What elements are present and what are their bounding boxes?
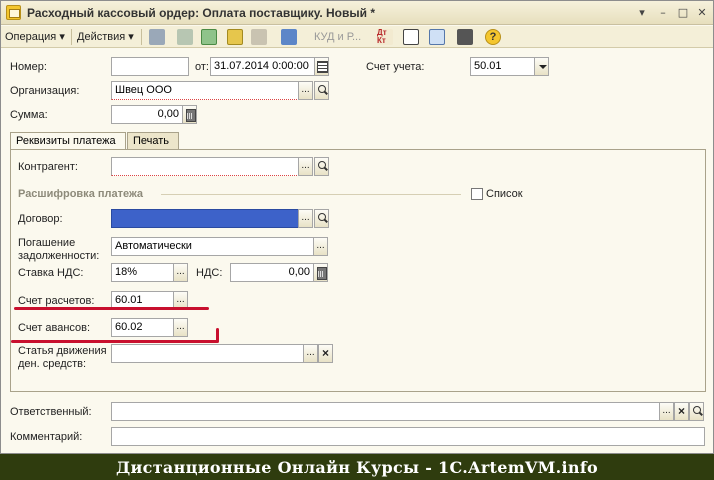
search-icon[interactable] [689,402,704,421]
structure-icon[interactable] [429,29,445,45]
organization-select-button[interactable]: ... [298,81,313,100]
section-divider [161,194,461,195]
responsible-field[interactable] [111,402,660,421]
advance-account-label: Счет авансов: [18,322,91,334]
footer-banner: Дистанционные Онлайн Курсы - 1C.ArtemVM.… [0,454,714,480]
toolbar-separator [141,29,142,45]
goto-icon[interactable] [281,29,297,45]
underline-annotation [14,307,209,310]
unpost-icon[interactable] [251,29,267,45]
section-title: Расшифровка платежа [18,188,144,200]
kud-button[interactable]: КУД и Р... [314,29,361,45]
comment-label: Комментарий: [10,431,83,443]
toolbar: Операция ▾ Действия ▾ КУД и Р... Дт Кт ? [1,26,713,48]
refresh-icon[interactable] [201,29,217,45]
document-window: Расходный кассовый ордер: Оплата поставщ… [0,0,714,454]
list-icon[interactable] [457,29,473,45]
underline-annotation [11,340,218,343]
repayment-label: Погашение [18,237,76,249]
repayment-select-button[interactable]: ... [313,237,328,256]
title-bar: Расходный кассовый ордер: Оплата поставщ… [1,1,713,25]
account-select[interactable]: 50.01 [470,57,535,76]
contract-select-button[interactable]: ... [298,209,313,228]
repayment-label-line2: задолженности: [18,250,100,262]
sum-field[interactable]: 0,00 [111,105,183,124]
chevron-down-icon[interactable] [534,57,549,76]
account-label: Счет учета: [366,61,425,73]
cashflow-select-button[interactable]: ... [303,344,318,363]
comment-field[interactable] [111,427,705,446]
repayment-field[interactable]: Автоматически [111,237,314,256]
organization-field[interactable]: Швец ООО [111,81,299,100]
toolbar-separator [71,29,72,45]
responsible-select-button[interactable]: ... [659,402,674,421]
responsible-label: Ответственный: [10,406,92,418]
fill-icon[interactable] [227,29,243,45]
organization-label: Организация: [10,85,80,97]
vat-rate-label: Ставка НДС: [18,267,84,279]
calculator-icon[interactable] [313,263,328,282]
minimize-button[interactable]: – [656,6,670,20]
maximize-button[interactable]: □ [676,6,690,20]
vat-label: НДС: [196,267,223,279]
help-icon[interactable]: ? [485,29,501,45]
number-field[interactable] [111,57,189,76]
tab-print[interactable]: Печать [127,132,179,150]
underline-annotation [216,328,219,343]
vat-rate-field[interactable]: 18% [111,263,174,282]
cashflow-label-line2: ден. средств: [18,358,87,370]
search-icon[interactable] [314,157,329,176]
list-label: Список [486,188,523,200]
number-label: Номер: [10,61,47,73]
date-field[interactable]: 31.07.2014 0:00:00 [210,57,315,76]
copy-icon[interactable] [177,29,193,45]
vat-field[interactable]: 0,00 [230,263,314,282]
close-button[interactable]: ✕ [695,6,709,20]
dt-kt-icon[interactable]: Дт Кт [377,29,393,45]
window-menu-button[interactable]: ▾ [635,6,649,20]
actions-menu-label: Действия [77,31,126,43]
operation-menu-label: Операция [5,31,57,43]
sum-label: Сумма: [10,109,48,121]
cashflow-label: Статья движения [18,345,107,357]
vat-rate-select-button[interactable]: ... [173,263,188,282]
search-icon[interactable] [314,209,329,228]
counterparty-field[interactable] [111,157,299,176]
actions-menu[interactable]: Действия ▾ [77,29,134,45]
counterparty-select-button[interactable]: ... [298,157,313,176]
date-label: от: [195,61,209,73]
advance-account-field[interactable]: 60.02 [111,318,174,337]
calendar-icon[interactable] [314,57,329,76]
clear-icon[interactable]: × [674,402,689,421]
search-icon[interactable] [314,81,329,100]
list-checkbox[interactable] [471,188,483,200]
operation-menu[interactable]: Операция ▾ [5,29,65,45]
calculator-icon[interactable] [182,105,197,124]
cashflow-field[interactable] [111,344,304,363]
window-title: Расходный кассовый ордер: Оплата поставщ… [27,6,375,20]
contract-label: Договор: [18,213,63,225]
post-icon[interactable] [149,29,165,45]
footer-text: Дистанционные Онлайн Курсы - 1C.ArtemVM.… [115,458,599,477]
document-icon [6,5,21,20]
counterparty-label: Контрагент: [18,161,78,173]
advance-account-select-button[interactable]: ... [173,318,188,337]
report-icon[interactable] [403,29,419,45]
clear-icon[interactable]: × [318,344,333,363]
contract-field[interactable] [111,209,299,228]
